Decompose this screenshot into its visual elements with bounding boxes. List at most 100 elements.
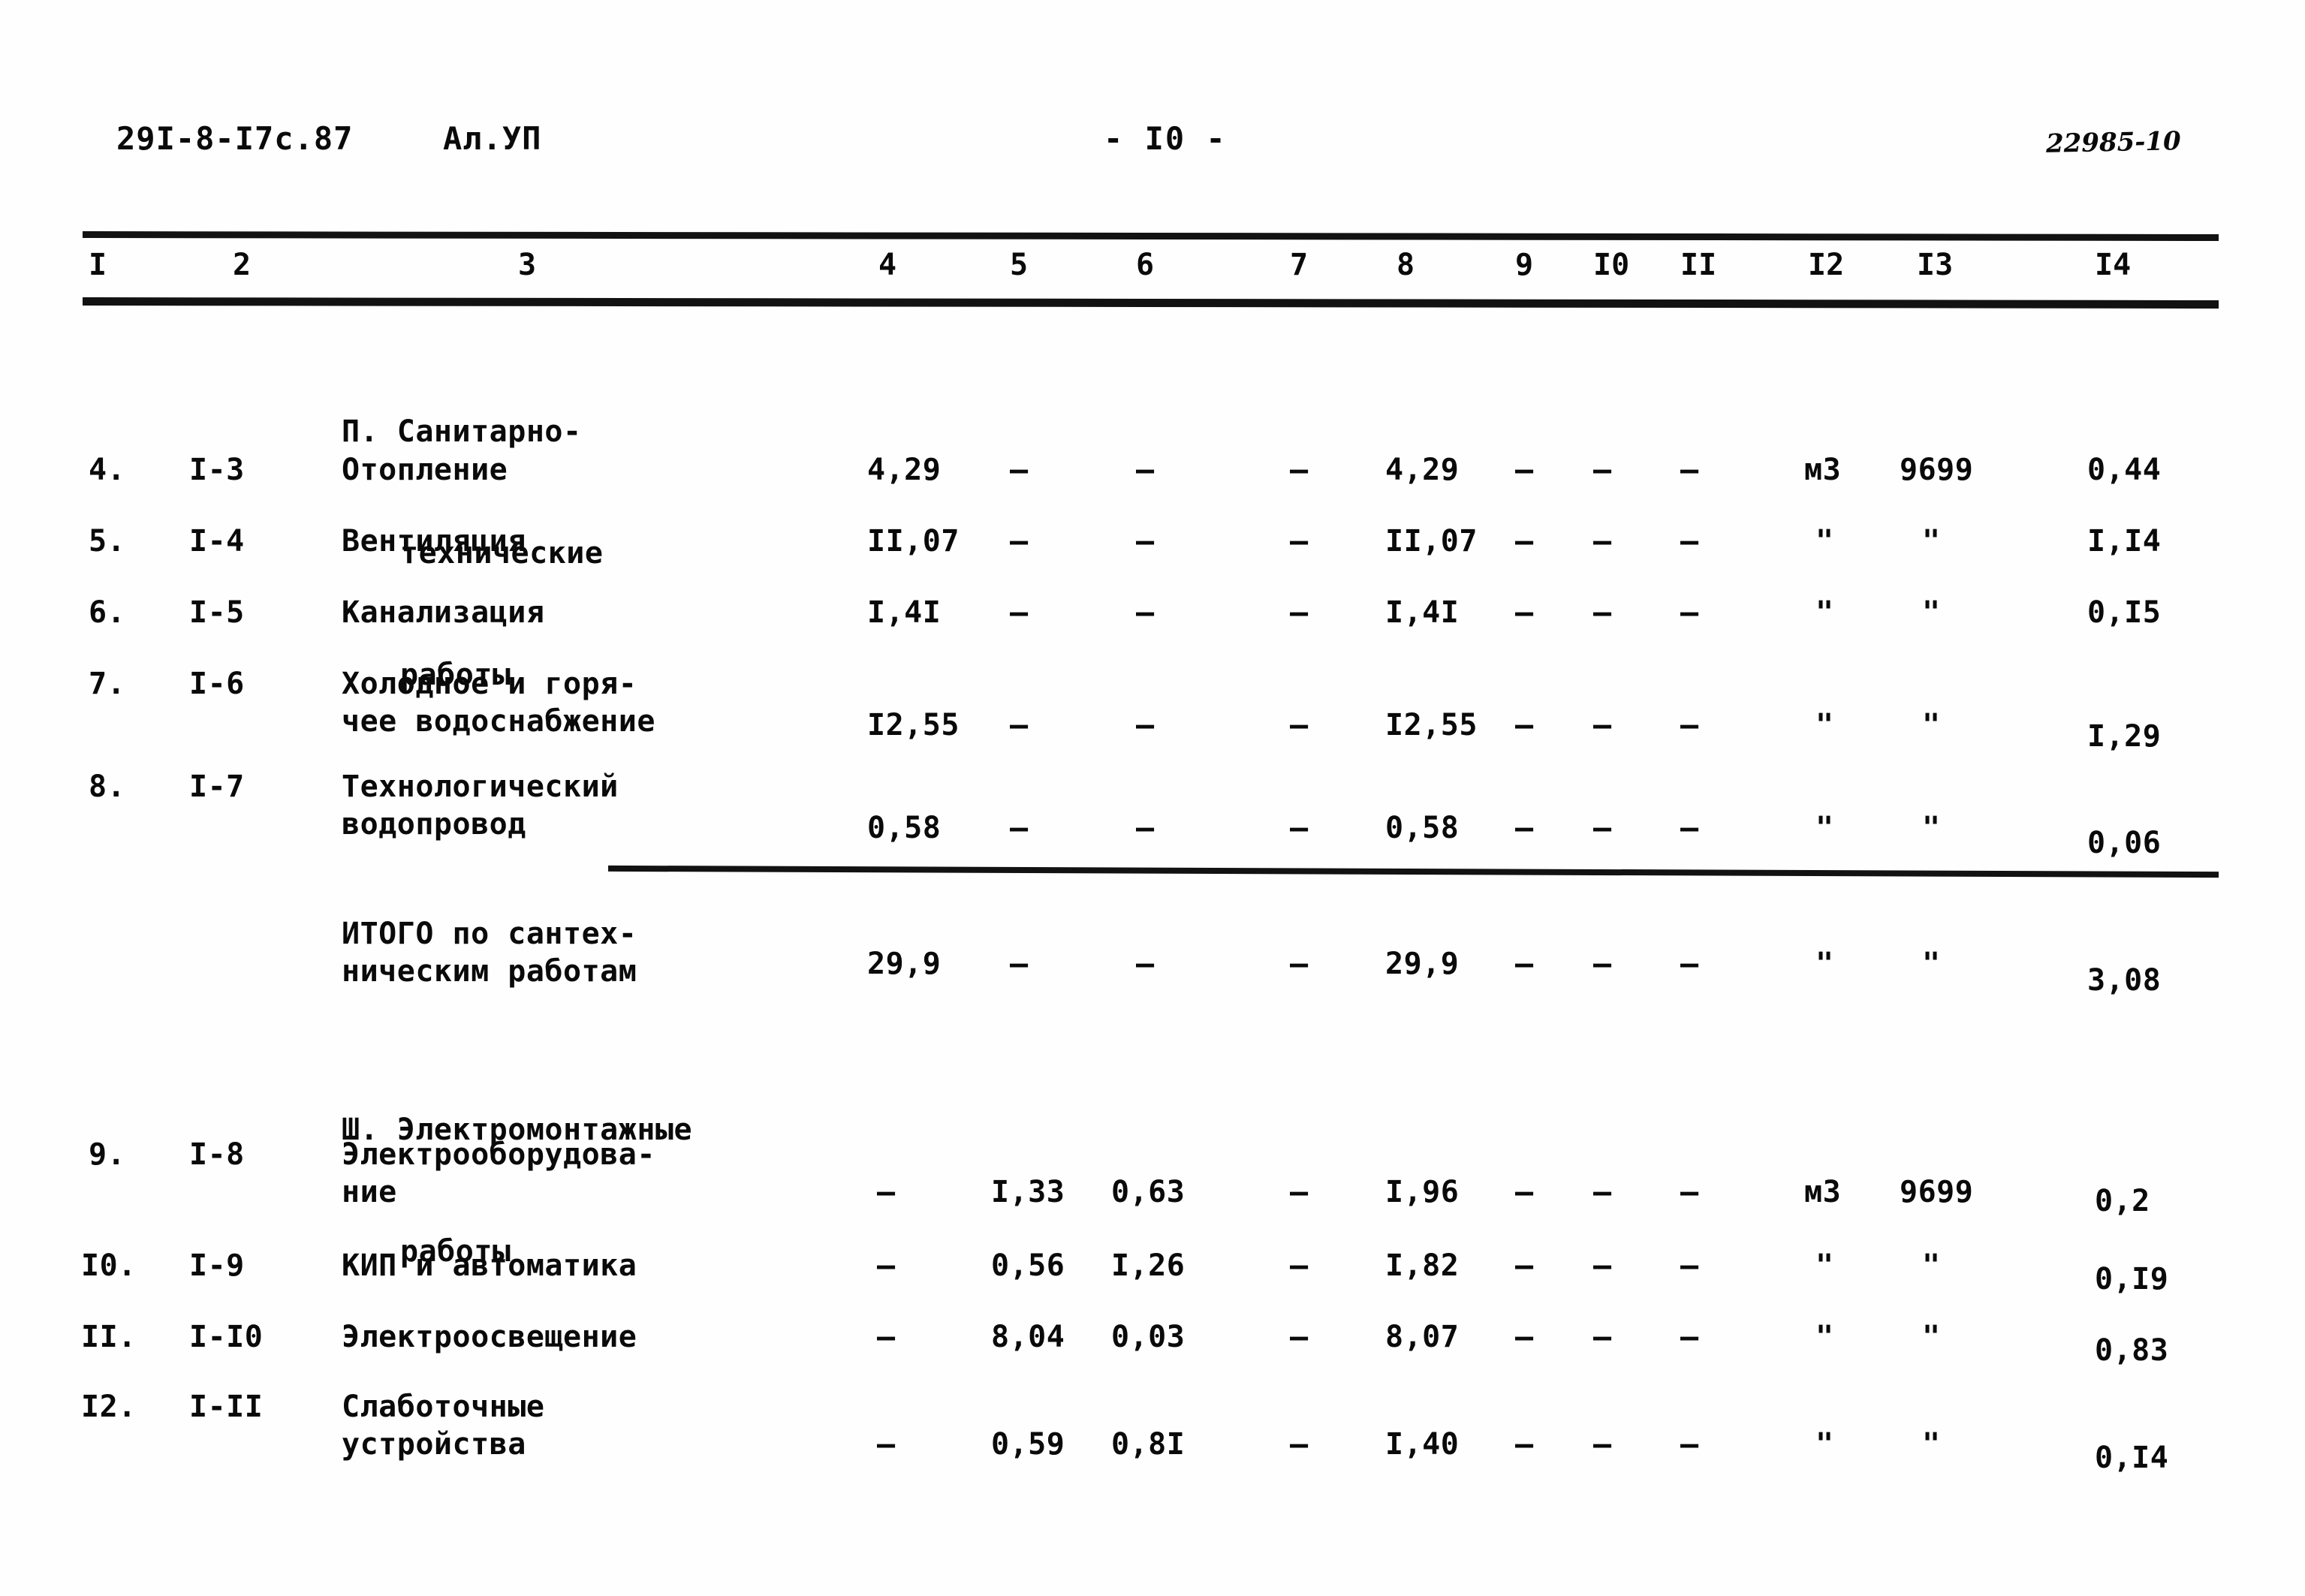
column-header-14: I4 [2095, 248, 2132, 282]
cell-col-6: – [1136, 524, 1155, 559]
cell-col-7: – [1290, 811, 1309, 845]
cell-col-10: – [1593, 524, 1612, 559]
cell-col-13: " [1922, 595, 1941, 630]
cell-col-14: 0,44 [2087, 453, 2162, 487]
column-header-13: I3 [1917, 248, 1954, 282]
section-heading-line-1: П. Санитарно- [342, 414, 582, 449]
column-header-4: 4 [878, 248, 897, 282]
cell-col-8: 4,29 [1385, 453, 1460, 487]
cell-col-10: – [1593, 1175, 1612, 1209]
cell-col-8: I,96 [1385, 1175, 1460, 1209]
row-number: I0. [81, 1248, 137, 1283]
cell-col-8: I,4I [1385, 595, 1460, 630]
subtotal-label-line1: ИТОГО по сантех- [342, 917, 637, 951]
row-code: I-6 [189, 667, 245, 701]
cell-col-12: " [1815, 811, 1834, 845]
cell-col-7: – [1290, 947, 1309, 981]
cell-col-8: I,82 [1385, 1248, 1460, 1283]
column-header-5: 5 [1010, 248, 1029, 282]
cell-col-4: – [877, 1248, 896, 1283]
cell-col-14: 0,I4 [2095, 1441, 2169, 1475]
column-header-9: 9 [1515, 248, 1534, 282]
cell-col-7: – [1290, 453, 1309, 487]
cell-col-14: 0,83 [2095, 1333, 2169, 1368]
cell-col-12: " [1815, 524, 1834, 559]
cell-col-14: 3,08 [2087, 963, 2162, 998]
cell-col-8: I2,55 [1385, 708, 1478, 742]
row-name-line1: Электроосвещение [342, 1320, 637, 1354]
cell-col-6: – [1136, 947, 1155, 981]
cell-col-11: – [1680, 524, 1699, 559]
cell-col-9: – [1515, 1248, 1534, 1283]
row-code: I-4 [189, 524, 245, 559]
cell-col-13: 9699 [1900, 1175, 1974, 1209]
row-name-line1: Вентиляция [342, 524, 526, 559]
cell-col-11: – [1680, 708, 1699, 742]
column-header-12: I2 [1808, 248, 1845, 282]
cell-col-5: I,33 [991, 1175, 1065, 1209]
cell-col-6: – [1136, 811, 1155, 845]
row-name-line1: КИП и автоматика [342, 1248, 637, 1283]
cell-col-5: – [1010, 524, 1029, 559]
cell-col-9: – [1515, 947, 1534, 981]
cell-col-8: 8,07 [1385, 1320, 1460, 1354]
cell-col-9: – [1515, 1320, 1534, 1354]
cell-col-12: " [1815, 947, 1834, 981]
cell-col-11: – [1680, 811, 1699, 845]
cell-col-4: 29,9 [867, 947, 942, 981]
cell-col-9: – [1515, 708, 1534, 742]
column-header-8: 8 [1397, 248, 1415, 282]
column-header-7: 7 [1290, 248, 1309, 282]
table-top-rule [82, 231, 2219, 241]
cell-col-6: – [1136, 708, 1155, 742]
cell-col-10: – [1593, 708, 1612, 742]
cell-col-5: – [1010, 453, 1029, 487]
subtotal-label-line2: ническим работам [342, 954, 637, 989]
cell-col-6: 0,8I [1111, 1427, 1186, 1462]
column-header-2: 2 [233, 248, 252, 282]
cell-col-5: 0,56 [991, 1248, 1065, 1283]
cell-col-5: 8,04 [991, 1320, 1065, 1354]
row-name-line1: Слаботочные [342, 1390, 545, 1424]
cell-col-12: м3 [1804, 1175, 1842, 1209]
cell-col-9: – [1515, 524, 1534, 559]
cell-col-14: 0,I9 [2095, 1262, 2169, 1296]
cell-col-5: – [1010, 708, 1029, 742]
cell-col-12: " [1815, 1427, 1834, 1462]
table-header-rule [82, 297, 2219, 309]
row-name-line2: чее водоснабжение [342, 704, 655, 739]
album-label: Ал.УП [443, 120, 542, 157]
cell-col-12: " [1815, 595, 1834, 630]
subtotal-separator-rule [607, 865, 2219, 878]
column-header-10: I0 [1593, 248, 1630, 282]
row-code: I-7 [189, 769, 245, 804]
cell-col-10: – [1593, 595, 1612, 630]
cell-col-6: I,26 [1111, 1248, 1186, 1283]
cell-col-9: – [1515, 811, 1534, 845]
column-header-6: 6 [1136, 248, 1155, 282]
row-number: 8. [89, 769, 126, 804]
cell-col-13: " [1922, 708, 1941, 742]
cell-col-13: " [1922, 811, 1941, 845]
cell-col-13: " [1922, 524, 1941, 559]
row-number: 9. [89, 1137, 126, 1172]
cell-col-11: – [1680, 595, 1699, 630]
document-code: 29I-8-I7c.87 [116, 120, 354, 157]
cell-col-11: – [1680, 1175, 1699, 1209]
cell-col-12: м3 [1804, 453, 1842, 487]
row-number: II. [81, 1320, 137, 1354]
cell-col-13: " [1922, 1427, 1941, 1462]
cell-col-7: – [1290, 1427, 1309, 1462]
document-page: 29I-8-I7c.87 Ал.УП - I0 - 22985-10 I 2 3… [0, 0, 2305, 1596]
cell-col-11: – [1680, 1427, 1699, 1462]
cell-col-12: " [1815, 1320, 1834, 1354]
cell-col-9: – [1515, 453, 1534, 487]
row-name-line2: ние [342, 1175, 397, 1209]
archive-stamp-number: 22985-10 [2045, 126, 2182, 159]
document-header: 29I-8-I7c.87 Ал.УП - I0 - 22985-10 [0, 120, 2305, 165]
row-name-line1: Отопление [342, 453, 508, 487]
cell-col-7: – [1290, 595, 1309, 630]
cell-col-7: – [1290, 1175, 1309, 1209]
row-code: I-3 [189, 453, 245, 487]
cell-col-11: – [1680, 1248, 1699, 1283]
